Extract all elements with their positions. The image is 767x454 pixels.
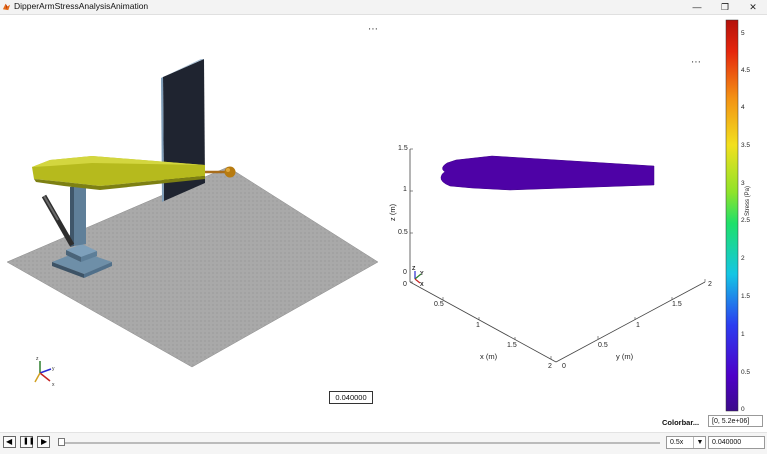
colorbar-tick: 2.5 [741,217,751,224]
x-tick-label: 2 [548,363,552,370]
colorbar-tick: 1.5 [741,293,751,300]
colorbar-limits-label: Colorbar... [662,418,700,427]
colorbar-label: Stress (Pa) [745,185,751,216]
z-tick-label: 0 [403,269,407,276]
title-bar: DipperArmStressAnalysisAnimation — ❐ ✕ [0,0,767,15]
matlab-icon [2,3,11,11]
colorbar-limits-field[interactable]: [0, 5.2e+06] [708,415,763,427]
step-back-icon: ◀ [6,437,13,446]
y-axis-label: y (m) [616,352,634,361]
colorbar-tick: 1 [741,331,745,338]
colorbar-tick: 4 [741,104,745,111]
y-tick-label: 1.5 [672,301,682,308]
colorbar [725,19,739,412]
x-axis-label: x (m) [480,352,498,361]
step-forward-icon: ▶ [41,437,48,446]
step-back-button[interactable]: ◀ [3,436,16,448]
close-button[interactable]: ✕ [739,0,767,14]
colorbar-tick: 2 [741,255,745,262]
support-tower [74,184,86,246]
time-input[interactable]: 0.040000 [708,436,765,449]
y-tick-label: 2 [708,281,712,288]
graphics-canvas: z y x Z Y X [6,19,739,412]
time-slider-track[interactable] [58,442,660,444]
chevron-down-icon: ▼ [693,437,706,448]
pause-icon: ❚❚ [23,438,35,445]
x-tick-label: 1.5 [507,342,517,349]
pause-button[interactable]: ❚❚ [20,436,35,448]
speed-dropdown[interactable]: 0.5x ▼ [666,436,706,449]
x-tick-label: 1 [476,322,480,329]
stress-axes[interactable]: Z Y X [409,148,706,363]
time-display: 0.040000 [329,391,373,404]
x-tick-label: 0 [403,281,407,288]
y-tick-label: 1 [636,322,640,329]
time-slider-thumb[interactable] [58,438,65,446]
speed-value: 0.5x [670,439,684,446]
window-title: DipperArmStressAnalysisAnimation [14,1,149,11]
stress-body [440,155,655,191]
axes-triad-icon: Z Y X [412,266,424,288]
colorbar-tick: 0.5 [741,369,751,376]
triad-x-label: X [420,282,424,288]
axes-triad-icon: z y x [34,356,55,388]
machine-scene[interactable] [6,59,379,368]
restore-button[interactable]: ❐ [711,0,739,14]
playback-toolbar: ◀ ❚❚ ▶ 0.5x ▼ 0.040000 [0,432,767,454]
z-tick-label: 0.5 [398,229,408,236]
step-forward-button[interactable]: ▶ [37,436,50,448]
z-tick-label: 1 [403,186,407,193]
triad-x-label: x [52,382,55,388]
colorbar-tick: 3.5 [741,142,751,149]
minimize-button[interactable]: — [683,0,711,14]
colorbar-tick: 4.5 [741,67,751,74]
z-tick-label: 1.5 [398,145,408,152]
tool-ball [224,166,236,178]
y-tick-label: 0 [562,363,566,370]
triad-z-label: z [36,356,39,362]
y-axis-line [555,281,706,363]
triad-y-label: Y [420,271,424,277]
x-axis-line [409,281,557,363]
y-tick-label: 0.5 [598,342,608,349]
colorbar-tick: 5 [741,30,745,37]
x-tick-label: 0.5 [434,301,444,308]
triad-y-label: y [52,366,55,372]
colorbar-tick: 0 [741,406,745,413]
z-axis-label: z (m) [388,203,397,221]
